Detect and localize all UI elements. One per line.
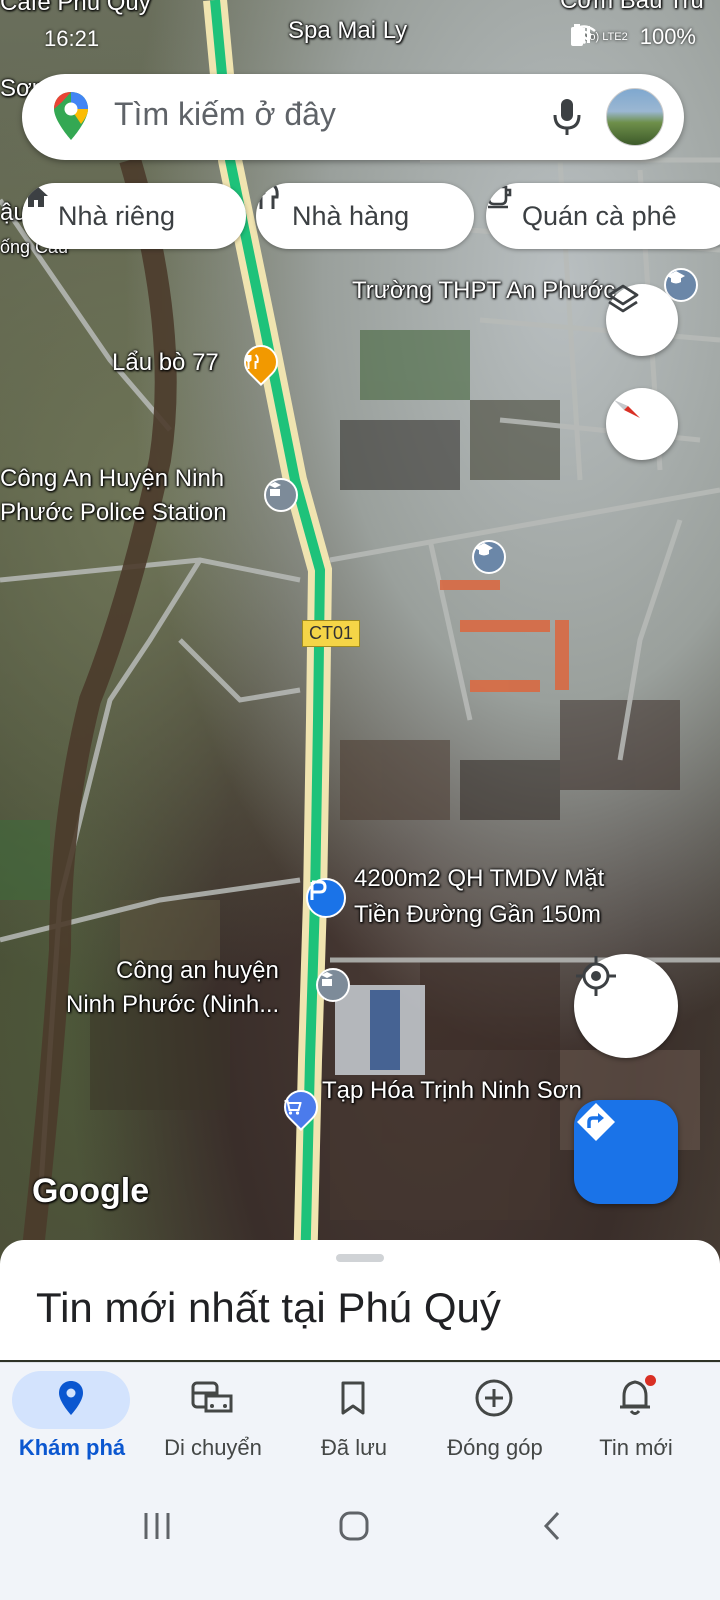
map-label-cong-an-1[interactable]: Công An Huyện Ninh: [0, 462, 224, 496]
nav-label-saved: Đã lưu: [320, 1435, 388, 1460]
back-icon[interactable]: [540, 1510, 564, 1547]
road-badge-ct01: CT01: [302, 620, 361, 647]
map-label-ad-line2[interactable]: Tiền Đường Gần 150m: [354, 898, 601, 932]
nav-item-saved[interactable]: Đã lưu: [282, 1363, 426, 1493]
chip-coffee[interactable]: Quán cà phê: [486, 183, 720, 249]
search-bar[interactable]: Tìm kiếm ở đây: [22, 74, 684, 160]
map-view[interactable]: Cafe Phú Quý Spa Mai Ly Cơm Bầu Trú Sơn …: [0, 0, 720, 1275]
bookmark-icon: [340, 1381, 366, 1420]
map-label-cong-an-b1[interactable]: Công an huyện: [116, 954, 279, 988]
avatar[interactable]: [606, 88, 664, 146]
bottom-navigation: Khám phá Di chuyển Đã lưu Đóng góp Tin m…: [0, 1362, 720, 1492]
sheet-title: Tin mới nhất tại Phú Quý: [36, 1284, 501, 1331]
map-label-cafe-phu-quy[interactable]: Cafe Phú Quý: [0, 0, 151, 20]
bottom-sheet[interactable]: Tin mới nhất tại Phú Quý: [0, 1240, 720, 1360]
map-label-tap-hoa[interactable]: Tạp Hóa Trịnh Ninh Sơn: [322, 1074, 582, 1108]
nav-item-explore[interactable]: Khám phá: [0, 1363, 144, 1493]
map-label-ad-line1[interactable]: 4200m2 QH TMDV Mặt: [354, 862, 604, 896]
nav-label-contribute: Đóng góp: [447, 1435, 543, 1460]
compass-button[interactable]: [606, 388, 678, 460]
map-label-cong-an-2[interactable]: Phước Police Station: [0, 496, 227, 530]
chip-home[interactable]: Nhà riêng: [22, 183, 246, 249]
home-button-icon[interactable]: [338, 1510, 370, 1547]
directions-button[interactable]: [574, 1100, 678, 1204]
status-time: 16:21: [44, 26, 100, 51]
google-logo: Google: [32, 1172, 150, 1210]
chip-home-label: Nhà riêng: [58, 200, 176, 231]
ad-pin-icon[interactable]: [306, 878, 346, 918]
nav-item-commute[interactable]: Di chuyển: [141, 1363, 285, 1493]
explore-pin-icon: [57, 1380, 85, 1421]
battery-percent: 100%: [639, 24, 696, 49]
chip-coffee-label: Quán cà phê: [522, 200, 677, 231]
map-label-lau-bo-77[interactable]: Lẩu bò 77: [112, 346, 219, 380]
nav-label-explore: Khám phá: [18, 1435, 126, 1460]
my-location-button[interactable]: [574, 954, 678, 1058]
police-pin-2-icon[interactable]: [316, 968, 350, 1002]
status-bar: 16:21 Vo) LTE2 100%: [0, 22, 720, 58]
commute-icon: [190, 1380, 234, 1421]
police-pin-icon[interactable]: [264, 478, 298, 512]
sheet-drag-handle[interactable]: [336, 1254, 384, 1262]
chip-restaurant-label: Nhà hàng: [292, 200, 410, 231]
layers-button[interactable]: [606, 284, 678, 356]
recent-apps-icon[interactable]: [142, 1510, 172, 1547]
nav-item-updates[interactable]: Tin mới: [564, 1363, 708, 1493]
nav-item-contribute[interactable]: Đóng góp: [423, 1363, 567, 1493]
school-pin-2-icon[interactable]: [472, 540, 506, 574]
nav-active-pill: [12, 1371, 130, 1429]
nav-label-commute: Di chuyển: [164, 1435, 262, 1460]
bell-icon: [618, 1374, 656, 1422]
map-label-cong-an-b2[interactable]: Ninh Phước (Ninh...: [66, 988, 279, 1022]
chip-restaurant[interactable]: Nhà hàng: [256, 183, 474, 249]
map-label-com-bau-tru[interactable]: Cơm Bầu Trú: [560, 0, 704, 18]
add-circle-icon: [474, 1378, 514, 1423]
nav-label-updates: Tin mới: [599, 1435, 673, 1460]
search-input[interactable]: Tìm kiếm ở đây: [114, 96, 336, 133]
notification-dot: [645, 1374, 656, 1386]
map-label-truong-thpt[interactable]: Trường THPT An Phước: [352, 274, 615, 308]
system-navigation-bar: [0, 1492, 720, 1600]
